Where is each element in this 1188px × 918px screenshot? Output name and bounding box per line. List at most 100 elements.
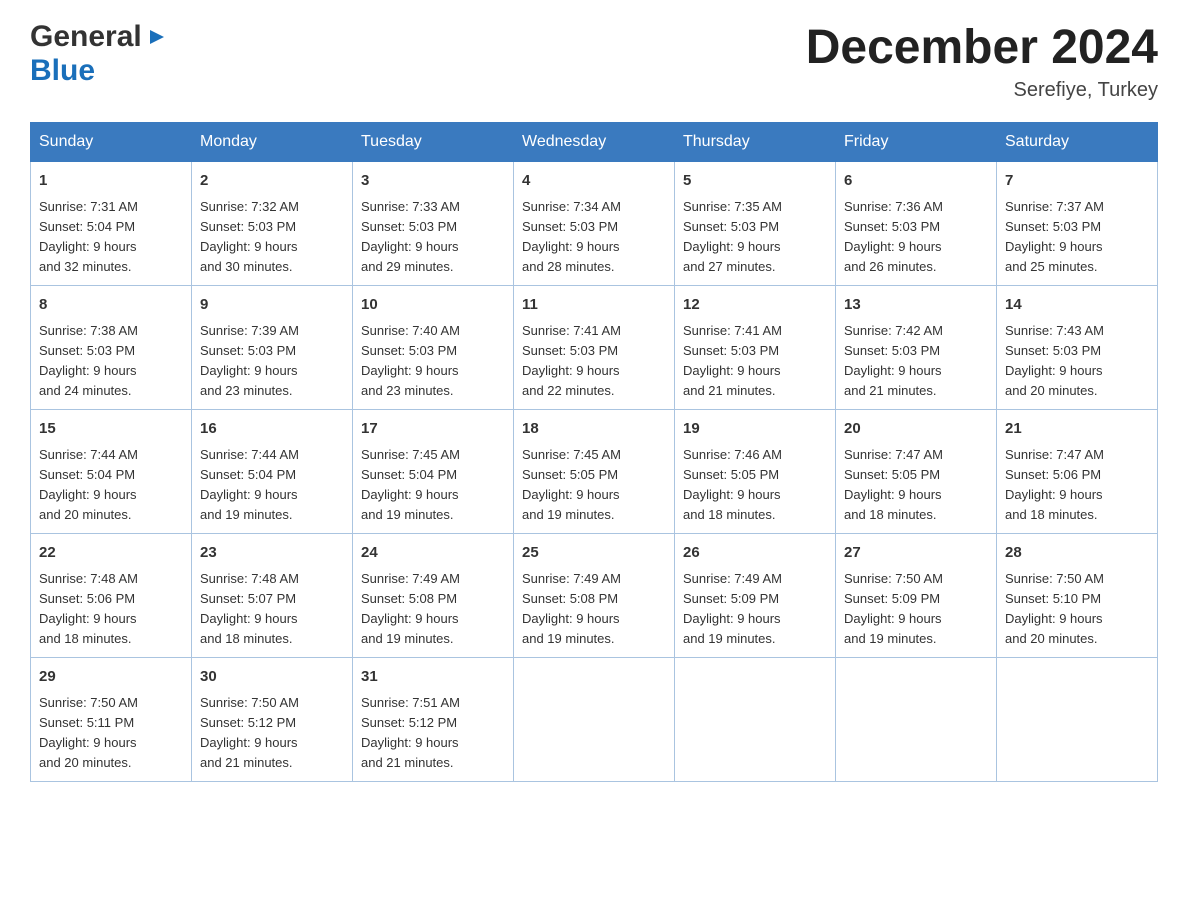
- day-number: 18: [522, 418, 666, 441]
- calendar-cell: 10 Sunrise: 7:40 AMSunset: 5:03 PMDayligh…: [353, 286, 514, 410]
- day-number: 1: [39, 170, 183, 193]
- day-info: Sunrise: 7:42 AMSunset: 5:03 PMDaylight:…: [844, 321, 988, 402]
- day-number: 4: [522, 170, 666, 193]
- day-number: 31: [361, 666, 505, 689]
- day-number: 27: [844, 542, 988, 565]
- calendar-cell: 4 Sunrise: 7:34 AMSunset: 5:03 PMDaylight…: [514, 162, 675, 286]
- day-number: 2: [200, 170, 344, 193]
- calendar-cell: 19 Sunrise: 7:46 AMSunset: 5:05 PMDayligh…: [675, 410, 836, 534]
- day-info: Sunrise: 7:45 AMSunset: 5:04 PMDaylight:…: [361, 445, 505, 526]
- calendar-cell: [514, 658, 675, 782]
- calendar-cell: 26Sunrise: 7:49 AMSunset: 5:09 PMDayligh…: [675, 534, 836, 658]
- day-info: Sunrise: 7:50 AMSunset: 5:10 PMDaylight:…: [1005, 569, 1149, 650]
- day-number: 28: [1005, 542, 1149, 565]
- calendar-cell: 24 Sunrise: 7:49 AMSunset: 5:08 PMDayligh…: [353, 534, 514, 658]
- calendar-week-1: 1 Sunrise: 7:31 AMSunset: 5:04 PMDaylight…: [31, 162, 1158, 286]
- calendar-cell: 3Sunrise: 7:33 AMSunset: 5:03 PMDaylight…: [353, 162, 514, 286]
- calendar-cell: 11Sunrise: 7:41 AMSunset: 5:03 PMDayligh…: [514, 286, 675, 410]
- day-info: Sunrise: 7:33 AMSunset: 5:03 PMDaylight:…: [361, 197, 505, 278]
- day-number: 10: [361, 294, 505, 317]
- calendar-cell: 1 Sunrise: 7:31 AMSunset: 5:04 PMDaylight…: [31, 162, 192, 286]
- day-number: 30: [200, 666, 344, 689]
- day-info: Sunrise: 7:46 AMSunset: 5:05 PMDaylight:…: [683, 445, 827, 526]
- day-info: Sunrise: 7:45 AMSunset: 5:05 PMDaylight:…: [522, 445, 666, 526]
- day-number: 23: [200, 542, 344, 565]
- calendar-cell: 22 Sunrise: 7:48 AMSunset: 5:06 PMDayligh…: [31, 534, 192, 658]
- day-info: Sunrise: 7:47 AMSunset: 5:06 PMDaylight:…: [1005, 445, 1149, 526]
- day-info: Sunrise: 7:47 AMSunset: 5:05 PMDaylight:…: [844, 445, 988, 526]
- day-number: 6: [844, 170, 988, 193]
- day-number: 5: [683, 170, 827, 193]
- day-info: Sunrise: 7:40 AMSunset: 5:03 PMDaylight:…: [361, 321, 505, 402]
- calendar-header-tuesday: Tuesday: [353, 123, 514, 162]
- calendar-cell: 8Sunrise: 7:38 AMSunset: 5:03 PMDaylight…: [31, 286, 192, 410]
- day-info: Sunrise: 7:50 AMSunset: 5:12 PMDaylight:…: [200, 693, 344, 774]
- calendar-cell: 5Sunrise: 7:35 AMSunset: 5:03 PMDaylight…: [675, 162, 836, 286]
- day-number: 22: [39, 542, 183, 565]
- month-title: December 2024: [806, 20, 1158, 75]
- calendar-cell: 23 Sunrise: 7:48 AMSunset: 5:07 PMDayligh…: [192, 534, 353, 658]
- calendar-cell: 9 Sunrise: 7:39 AMSunset: 5:03 PMDaylight…: [192, 286, 353, 410]
- calendar-cell: 7Sunrise: 7:37 AMSunset: 5:03 PMDaylight…: [997, 162, 1158, 286]
- day-info: Sunrise: 7:50 AMSunset: 5:09 PMDaylight:…: [844, 569, 988, 650]
- calendar-cell: 17 Sunrise: 7:45 AMSunset: 5:04 PMDayligh…: [353, 410, 514, 534]
- day-info: Sunrise: 7:31 AMSunset: 5:04 PMDaylight:…: [39, 197, 183, 278]
- day-number: 14: [1005, 294, 1149, 317]
- calendar-cell: 14Sunrise: 7:43 AMSunset: 5:03 PMDayligh…: [997, 286, 1158, 410]
- calendar-cell: 31 Sunrise: 7:51 AMSunset: 5:12 PMDayligh…: [353, 658, 514, 782]
- calendar-cell: 18 Sunrise: 7:45 AMSunset: 5:05 PMDayligh…: [514, 410, 675, 534]
- day-number: 29: [39, 666, 183, 689]
- calendar-cell: 12Sunrise: 7:41 AMSunset: 5:03 PMDayligh…: [675, 286, 836, 410]
- calendar-week-4: 22 Sunrise: 7:48 AMSunset: 5:06 PMDayligh…: [31, 534, 1158, 658]
- day-number: 25: [522, 542, 666, 565]
- day-info: Sunrise: 7:48 AMSunset: 5:06 PMDaylight:…: [39, 569, 183, 650]
- logo-arrow-icon: [146, 26, 168, 53]
- day-number: 24: [361, 542, 505, 565]
- day-info: Sunrise: 7:49 AMSunset: 5:08 PMDaylight:…: [361, 569, 505, 650]
- logo: General Blue: [30, 20, 168, 88]
- calendar-cell: 15Sunrise: 7:44 AMSunset: 5:04 PMDayligh…: [31, 410, 192, 534]
- calendar-cell: 25Sunrise: 7:49 AMSunset: 5:08 PMDayligh…: [514, 534, 675, 658]
- day-number: 8: [39, 294, 183, 317]
- calendar-header-monday: Monday: [192, 123, 353, 162]
- day-info: Sunrise: 7:50 AMSunset: 5:11 PMDaylight:…: [39, 693, 183, 774]
- calendar-cell: [836, 658, 997, 782]
- calendar-cell: 6 Sunrise: 7:36 AMSunset: 5:03 PMDaylight…: [836, 162, 997, 286]
- day-info: Sunrise: 7:39 AMSunset: 5:03 PMDaylight:…: [200, 321, 344, 402]
- logo-general-text: General: [30, 20, 142, 54]
- calendar-cell: 28 Sunrise: 7:50 AMSunset: 5:10 PMDayligh…: [997, 534, 1158, 658]
- day-number: 19: [683, 418, 827, 441]
- calendar-header-thursday: Thursday: [675, 123, 836, 162]
- calendar-cell: 13 Sunrise: 7:42 AMSunset: 5:03 PMDayligh…: [836, 286, 997, 410]
- day-number: 26: [683, 542, 827, 565]
- day-info: Sunrise: 7:51 AMSunset: 5:12 PMDaylight:…: [361, 693, 505, 774]
- day-info: Sunrise: 7:34 AMSunset: 5:03 PMDaylight:…: [522, 197, 666, 278]
- calendar-cell: 20 Sunrise: 7:47 AMSunset: 5:05 PMDayligh…: [836, 410, 997, 534]
- day-number: 13: [844, 294, 988, 317]
- calendar-cell: 27 Sunrise: 7:50 AMSunset: 5:09 PMDayligh…: [836, 534, 997, 658]
- calendar-week-2: 8Sunrise: 7:38 AMSunset: 5:03 PMDaylight…: [31, 286, 1158, 410]
- day-number: 16: [200, 418, 344, 441]
- calendar-header-friday: Friday: [836, 123, 997, 162]
- calendar-cell: [997, 658, 1158, 782]
- day-number: 20: [844, 418, 988, 441]
- calendar-cell: [675, 658, 836, 782]
- day-number: 9: [200, 294, 344, 317]
- calendar-cell: 21Sunrise: 7:47 AMSunset: 5:06 PMDayligh…: [997, 410, 1158, 534]
- calendar-header-saturday: Saturday: [997, 123, 1158, 162]
- calendar-cell: 29 Sunrise: 7:50 AMSunset: 5:11 PMDayligh…: [31, 658, 192, 782]
- calendar-cell: 16 Sunrise: 7:44 AMSunset: 5:04 PMDayligh…: [192, 410, 353, 534]
- page-header: General Blue December 2024 Serefiye, Tur…: [30, 20, 1158, 102]
- day-info: Sunrise: 7:41 AMSunset: 5:03 PMDaylight:…: [683, 321, 827, 402]
- calendar-cell: 2Sunrise: 7:32 AMSunset: 5:03 PMDaylight…: [192, 162, 353, 286]
- day-number: 17: [361, 418, 505, 441]
- calendar-header-row: SundayMondayTuesdayWednesdayThursdayFrid…: [31, 123, 1158, 162]
- title-section: December 2024 Serefiye, Turkey: [806, 20, 1158, 102]
- day-info: Sunrise: 7:44 AMSunset: 5:04 PMDaylight:…: [39, 445, 183, 526]
- location: Serefiye, Turkey: [806, 79, 1158, 102]
- calendar-header-sunday: Sunday: [31, 123, 192, 162]
- day-info: Sunrise: 7:48 AMSunset: 5:07 PMDaylight:…: [200, 569, 344, 650]
- day-info: Sunrise: 7:36 AMSunset: 5:03 PMDaylight:…: [844, 197, 988, 278]
- day-info: Sunrise: 7:44 AMSunset: 5:04 PMDaylight:…: [200, 445, 344, 526]
- logo-blue-text: Blue: [30, 54, 95, 87]
